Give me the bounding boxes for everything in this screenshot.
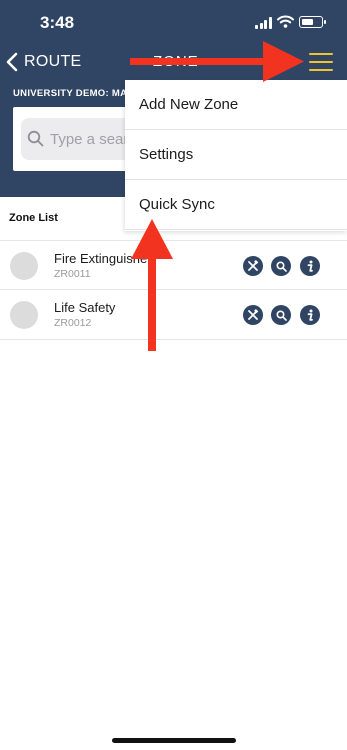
navigation-bar: ROUTE ZONE [0, 44, 347, 80]
tools-icon [248, 309, 259, 320]
search-icon [27, 130, 44, 147]
home-indicator[interactable] [112, 738, 236, 743]
magnifier-icon [275, 260, 287, 272]
menu-item-quick-sync[interactable]: Quick Sync [125, 180, 347, 230]
zone-code: ZR0011 [54, 268, 91, 280]
chevron-left-icon [6, 52, 18, 72]
status-bar: 3:48 [0, 0, 347, 44]
wifi-icon [277, 15, 294, 28]
tools-button[interactable] [243, 256, 263, 276]
menu-item-label: Quick Sync [139, 196, 215, 213]
magnifier-icon [275, 309, 287, 321]
zone-code: ZR0012 [54, 317, 92, 329]
avatar [10, 301, 38, 329]
battery-icon [299, 16, 326, 28]
back-button[interactable]: ROUTE [6, 50, 82, 74]
status-time: 3:48 [40, 13, 75, 32]
avatar [10, 252, 38, 280]
info-button[interactable] [300, 305, 320, 325]
page-title: ZONE [153, 53, 199, 70]
list-item[interactable]: Life Safety ZR0012 [0, 290, 347, 340]
menu-item-label: Settings [139, 146, 194, 163]
menu-item-settings[interactable]: Settings [125, 130, 347, 180]
dropdown-menu: Add New Zone Settings Quick Sync [125, 80, 347, 231]
menu-item-label: Add New Zone [139, 96, 239, 113]
info-icon [307, 309, 313, 321]
menu-item-add-new-zone[interactable]: Add New Zone [125, 80, 347, 130]
site-name: UNIVERSITY DEMO: MAIN [13, 88, 138, 99]
hamburger-menu-icon[interactable] [309, 52, 333, 72]
info-button[interactable] [300, 256, 320, 276]
cellular-signal-icon [255, 17, 272, 29]
back-label: ROUTE [24, 53, 82, 70]
tools-button[interactable] [243, 305, 263, 325]
zone-search-button[interactable] [271, 305, 291, 325]
zone-name: Fire Extinguisher [54, 251, 152, 266]
info-icon [307, 260, 313, 272]
zone-list-title: Zone List [9, 212, 58, 224]
list-item[interactable]: Fire Extinguisher ZR0011 [0, 240, 347, 290]
tools-icon [248, 260, 259, 271]
zone-search-button[interactable] [271, 256, 291, 276]
zone-name: Life Safety [54, 300, 116, 315]
